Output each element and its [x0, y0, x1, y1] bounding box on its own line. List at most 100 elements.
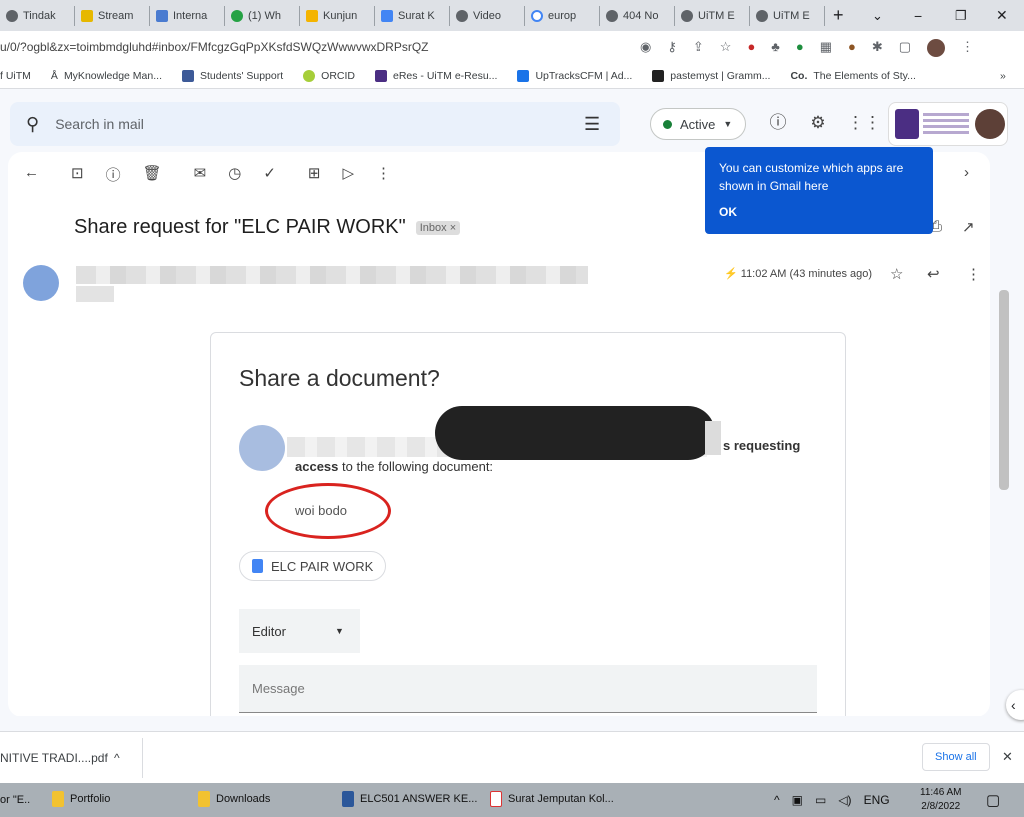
more-bookmarks-button[interactable]: »	[1000, 70, 1006, 82]
account-switcher[interactable]	[888, 102, 1008, 146]
remove-label-button[interactable]: ×	[450, 222, 456, 234]
clock[interactable]: 11:46 AM 2/8/2022	[920, 786, 962, 814]
message-input[interactable]: Message	[239, 665, 817, 713]
globe-icon	[456, 9, 468, 22]
browser-tab[interactable]: Surat K	[375, 5, 450, 26]
extension-icon[interactable]: ●	[747, 39, 755, 57]
download-item[interactable]: NITIVE TRADI....pdf	[0, 751, 108, 765]
minimize-button[interactable]: −	[914, 8, 922, 24]
uitm-wordmark	[923, 113, 969, 135]
report-spam-icon[interactable]: ⓘ	[106, 164, 121, 185]
browser-tab[interactable]: Video	[450, 5, 525, 26]
cookie-icon[interactable]: ●	[848, 39, 856, 57]
system-tray: ^ ▣ ▭ ◁) ENG	[774, 793, 890, 807]
access-text: access to the following document:	[295, 459, 494, 474]
url-text[interactable]: u/0/?ogbl&zx=toimbmdgluhd#inbox/FMfcgzGq…	[0, 40, 428, 54]
snooze-icon[interactable]: ◷	[228, 164, 241, 185]
move-to-icon[interactable]: ⊞	[308, 164, 321, 185]
volume-icon[interactable]: ◁)	[838, 793, 851, 807]
bookmark[interactable]: f UiTM	[0, 70, 31, 82]
open-new-window-icon[interactable]: ↗	[962, 218, 975, 236]
mark-unread-icon[interactable]: ✉	[194, 164, 207, 185]
browser-tab[interactable]: UiTM E	[750, 5, 825, 26]
globe-icon	[756, 9, 768, 22]
dropdown-arrow-icon: ▼	[335, 626, 344, 636]
browser-tab[interactable]: UiTM E	[675, 5, 750, 26]
document-chip[interactable]: ELC PAIR WORK	[239, 551, 387, 581]
scrollbar[interactable]	[999, 290, 1009, 490]
newer-icon[interactable]: ›	[964, 164, 969, 181]
key-icon[interactable]: ⚷	[667, 39, 677, 57]
notification-icon[interactable]: ▢	[986, 791, 1000, 809]
back-icon[interactable]: ←	[24, 164, 39, 185]
delete-icon[interactable]: 🗑	[143, 164, 162, 185]
help-icon[interactable]: ⓘ	[767, 112, 789, 134]
taskbar-item[interactable]: Surat Jemputan Kol...	[490, 791, 614, 807]
search-input[interactable]: ⚲ Search in mail ☰	[10, 102, 620, 146]
bookmark-star-icon[interactable]: ☆	[720, 39, 732, 57]
sidebar-icon[interactable]: ▢	[899, 39, 911, 57]
grid-extension-icon[interactable]: ▦	[820, 39, 832, 57]
bookmark[interactable]: Students' Support	[182, 69, 283, 82]
profile-avatar[interactable]	[927, 39, 946, 57]
show-hidden-icons[interactable]: ^	[774, 793, 780, 807]
bookmark[interactable]: Å MyKnowledge Man...	[51, 70, 162, 82]
browser-tab[interactable]: Interna	[150, 5, 225, 26]
bookmark[interactable]: eRes - UiTM e-Resu...	[375, 69, 497, 82]
email-subject: Share request for "ELC PAIR WORK" Inbox ×	[74, 216, 461, 239]
browser-tab[interactable]: Tindak	[0, 5, 75, 26]
language-indicator[interactable]: ENG	[864, 793, 890, 807]
more-icon[interactable]: ⋮	[966, 265, 981, 283]
browser-tab[interactable]: 404 No	[600, 5, 675, 26]
address-bar[interactable]: u/0/?ogbl&zx=toimbmdgluhd#inbox/FMfcgzGq…	[0, 31, 1024, 63]
extension-icon[interactable]: ♣	[771, 39, 780, 57]
location-icon[interactable]: ◉	[640, 39, 651, 57]
gear-icon[interactable]: ⚙	[807, 112, 829, 134]
chevron-up-icon[interactable]: ^	[114, 751, 120, 765]
show-all-button[interactable]: Show all	[922, 743, 990, 771]
menu-icon[interactable]: ⋮	[961, 39, 974, 57]
add-task-icon[interactable]: ✓	[263, 164, 276, 185]
taskbar-item[interactable]: or "E..	[0, 794, 30, 806]
restore-button[interactable]: ❐	[955, 8, 967, 24]
bookmark[interactable]: UpTracksCFM | Ad...	[517, 69, 632, 82]
apps-tooltip: You can customize which apps are shown i…	[705, 147, 933, 234]
new-tab-button[interactable]: +	[833, 5, 844, 26]
status-button[interactable]: Active ▼	[650, 108, 746, 140]
pastemyst-icon	[652, 69, 665, 82]
tab-search-button[interactable]: ⌄	[872, 8, 883, 24]
bookmark[interactable]: ORCID	[303, 69, 355, 82]
browser-tab[interactable]: (1) Wh	[225, 5, 300, 26]
bookmark[interactable]: pastemyst | Gramm...	[652, 69, 770, 82]
search-icon[interactable]: ⚲	[26, 114, 39, 135]
label-icon[interactable]: ▷	[342, 164, 354, 185]
role-select[interactable]: Editor ▼	[239, 609, 360, 653]
archive-icon[interactable]: ⊡	[71, 164, 84, 185]
taskbar-item[interactable]: ELC501 ANSWER KE...	[342, 791, 477, 807]
bookmark[interactable]: Co. The Elements of Sty...	[790, 70, 915, 82]
folder-icon	[52, 791, 64, 807]
browser-tab[interactable]: Kunjun	[300, 5, 375, 26]
tooltip-ok-button[interactable]: OK	[719, 203, 919, 221]
apps-grid-icon[interactable]: ⋮⋮	[847, 112, 881, 134]
browser-tab[interactable]: europ	[525, 5, 600, 26]
status-dot	[663, 119, 672, 129]
search-options-icon[interactable]: ☰	[584, 114, 600, 135]
extension-icon[interactable]: ●	[796, 39, 804, 57]
inbox-label[interactable]: Inbox ×	[415, 220, 461, 235]
battery-icon[interactable]: ▣	[792, 793, 803, 807]
taskbar: or "E.. Portfolio Downloads ELC501 ANSWE…	[0, 783, 1024, 817]
close-window-button[interactable]: ✕	[996, 7, 1008, 24]
uitm-logo	[895, 109, 919, 139]
puzzle-icon[interactable]: ✱	[872, 39, 883, 57]
star-icon[interactable]: ☆	[890, 265, 903, 283]
reply-icon[interactable]: ↩	[927, 265, 940, 283]
browser-tab[interactable]: Stream	[75, 5, 150, 26]
taskbar-item[interactable]: Portfolio	[52, 791, 110, 807]
taskbar-item[interactable]: Downloads	[198, 791, 270, 807]
share-icon[interactable]: ⇪	[693, 39, 704, 57]
network-icon[interactable]: ▭	[815, 793, 826, 807]
email-toolbar: ← ⊡ ⓘ 🗑 ✉ ◷ ✓ ⊞ ▷ ⋮	[24, 164, 391, 185]
more-icon[interactable]: ⋮	[376, 164, 391, 185]
close-icon[interactable]: ✕	[1002, 749, 1013, 765]
